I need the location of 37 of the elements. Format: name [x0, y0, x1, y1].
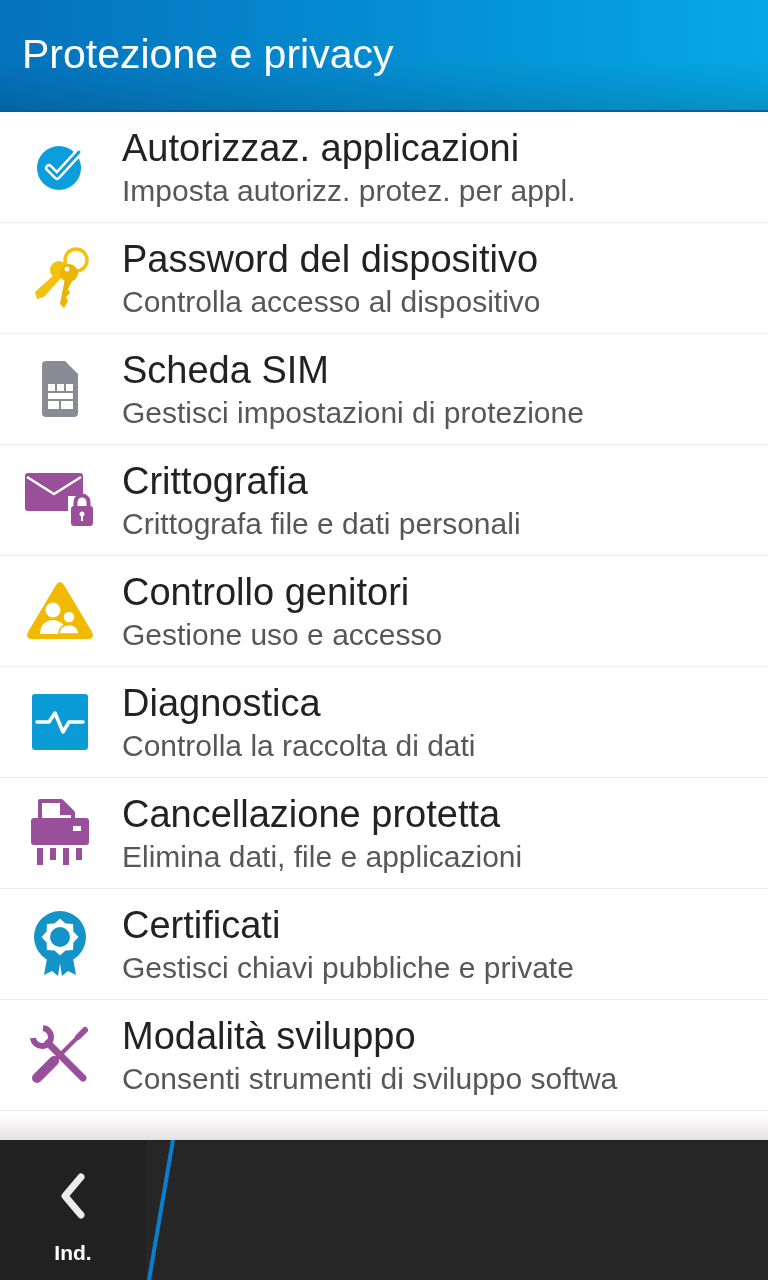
settings-list-item[interactable]: Cancellazione protetta Elimina dati, file e applicazioni — [0, 778, 768, 889]
sim-card-icon — [42, 361, 78, 417]
rosette-icon — [34, 911, 86, 977]
chevron-left-icon — [59, 1173, 87, 1219]
item-title: Controllo genitori — [122, 571, 411, 613]
settings-list-item[interactable]: Scheda SIM Gestisci impostazioni di protezione — [0, 334, 768, 445]
settings-list-item[interactable]: Controllo genitori Gestione uso e accesso — [0, 556, 768, 667]
item-title: Modalità sviluppo — [122, 1015, 417, 1057]
item-subtitle: Gestione uso e accesso — [122, 617, 443, 653]
settings-list-item[interactable]: Autorizzaz. applicazioni Imposta autorizz. protez. per appl. — [0, 112, 768, 223]
envelope-lock-icon — [25, 473, 95, 527]
settings-list-item[interactable]: Diagnostica Controlla la raccolta di dati — [0, 667, 768, 778]
settings-list-item[interactable]: Modalità sviluppo Consenti strumenti di sviluppo softwa — [0, 1000, 768, 1111]
item-title: Autorizzaz. applicazioni — [122, 127, 521, 169]
item-title: Password del dispositivo — [122, 238, 540, 280]
item-title: Certificati — [122, 904, 282, 946]
item-title: Scheda SIM — [122, 349, 330, 391]
item-subtitle: Consenti strumenti di sviluppo softwa — [122, 1061, 618, 1097]
item-subtitle: Elimina dati, file e applicazioni — [122, 839, 523, 875]
item-subtitle: Gestisci impostazioni di protezione — [122, 395, 584, 431]
item-subtitle: Controlla accesso al dispositivo — [122, 284, 541, 320]
settings-list-item[interactable]: Crittografia Crittografa file e dati personali — [0, 445, 768, 556]
settings-list-item[interactable]: Password del dispositivo Controlla accesso al dispositivo — [0, 223, 768, 334]
back-button[interactable]: Ind. — [0, 1140, 146, 1280]
item-subtitle: Crittografa file e dati personali — [122, 506, 521, 542]
settings-list-item[interactable]: Certificati Gestisci chiavi pubbliche e private — [0, 889, 768, 1000]
wrench-screwdriver-icon — [30, 1025, 90, 1085]
item-subtitle: Imposta autorizz. protez. per appl. — [122, 173, 576, 209]
item-title: Cancellazione protetta — [122, 793, 502, 835]
pulse-icon — [32, 694, 88, 750]
item-title: Crittografia — [122, 460, 309, 502]
item-subtitle: Controlla la raccolta di dati — [122, 728, 476, 764]
page-title: Protezione e privacy — [22, 30, 394, 79]
warning-people-icon — [26, 581, 94, 641]
item-subtitle: Gestisci chiavi pubbliche e private — [122, 950, 574, 986]
item-title: Diagnostica — [122, 682, 322, 724]
shredder-icon — [31, 798, 89, 868]
